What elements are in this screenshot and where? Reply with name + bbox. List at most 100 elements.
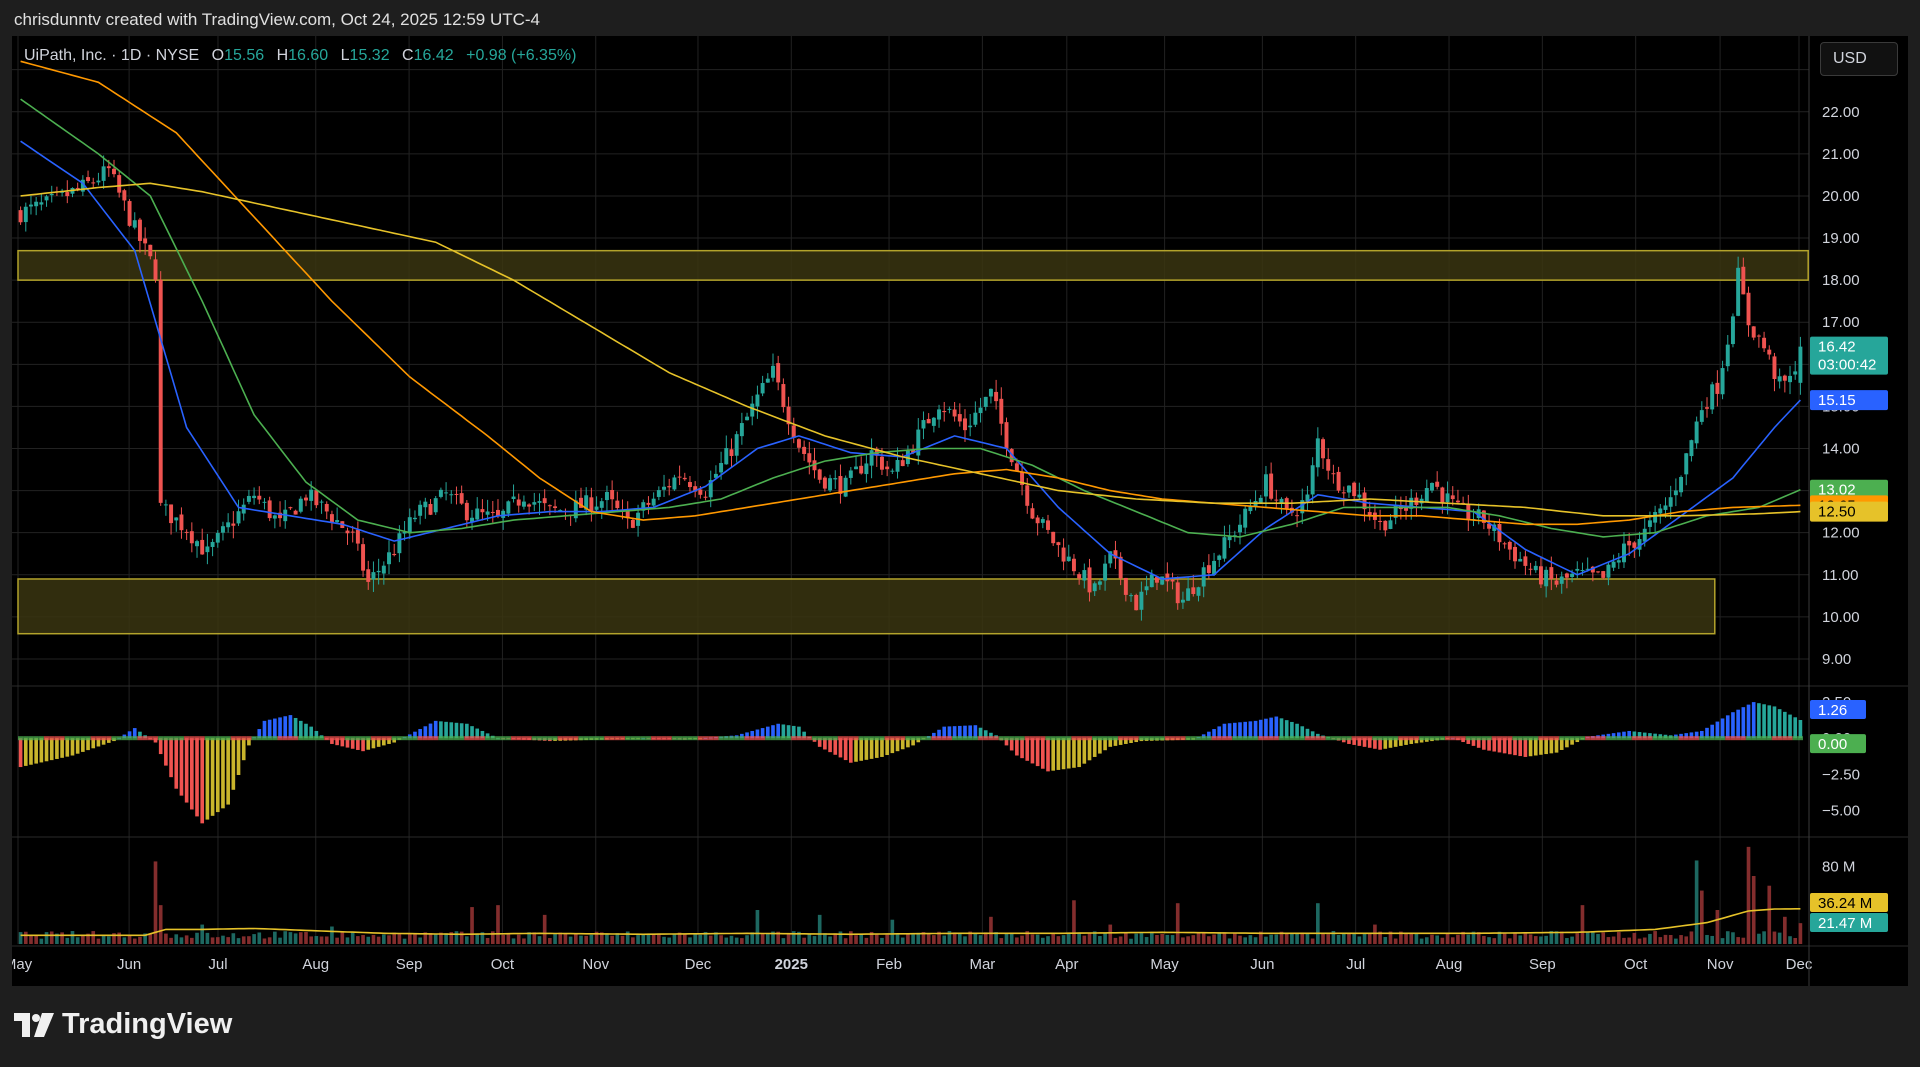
macd-signal-segment <box>1310 736 1316 741</box>
volume-bar <box>1290 933 1294 944</box>
macd-signal-segment <box>272 736 278 741</box>
macd-signal-segment <box>251 736 257 741</box>
volume-bar <box>999 938 1004 944</box>
macd-histogram-bar <box>1092 738 1097 757</box>
macd-histogram-bar <box>278 717 282 739</box>
macd-signal-segment <box>1413 736 1420 741</box>
macd-signal-segment <box>983 736 989 741</box>
volume-bar <box>70 931 75 944</box>
macd-signal-segment <box>749 736 755 741</box>
macd-histogram-bar <box>833 738 838 755</box>
candle-body <box>288 507 293 509</box>
candle-body <box>366 569 371 582</box>
candle-body <box>1367 512 1372 516</box>
macd-histogram-bar <box>459 723 464 739</box>
macd-histogram-bar <box>29 738 33 765</box>
candle-body <box>1788 375 1792 383</box>
volume-bar <box>1466 934 1471 944</box>
macd-signal-segment <box>1621 736 1627 741</box>
macd-histogram-bar <box>179 738 184 796</box>
tradingview-logo[interactable]: TradingView <box>14 1008 232 1041</box>
currency-button[interactable]: USD <box>1820 42 1898 76</box>
candle-body <box>1248 506 1253 512</box>
candle-body <box>257 495 262 500</box>
macd-signal-segment <box>1278 736 1285 741</box>
candle-body <box>963 418 967 431</box>
macd-signal-segment <box>1195 736 1202 741</box>
macd-signal-segment <box>1232 736 1238 741</box>
macd-signal-segment <box>1009 736 1015 741</box>
macd-signal-segment <box>1154 736 1160 741</box>
volume-bar <box>610 935 614 944</box>
candle-body <box>345 530 350 534</box>
support-resistance-zone <box>17 578 1716 635</box>
candle-body <box>1077 574 1082 579</box>
candle-body <box>729 449 734 457</box>
candle-body <box>1383 520 1388 531</box>
macd-signal-segment <box>905 736 911 741</box>
macd-histogram-bar <box>1798 720 1803 739</box>
candle-body <box>1710 384 1715 410</box>
candle-body <box>838 476 843 494</box>
volume-bar <box>1518 935 1523 944</box>
candle-body <box>978 407 983 414</box>
macd-signal-segment <box>427 736 434 741</box>
candle-body <box>501 510 506 518</box>
macd-signal-segment <box>479 736 486 741</box>
macd-signal-segment <box>946 736 953 741</box>
macd-signal-segment <box>287 736 294 741</box>
volume-bar <box>1357 936 1362 944</box>
candle-body <box>350 531 355 533</box>
volume-bar <box>81 935 85 944</box>
candle-body <box>1663 505 1668 510</box>
candle-body <box>1378 520 1383 522</box>
candle-body <box>475 508 480 520</box>
macd-signal-segment <box>407 736 413 741</box>
volume-bar <box>184 935 189 944</box>
macd-tick-label: −2.50 <box>1822 766 1860 783</box>
candle-body <box>1186 588 1191 601</box>
volume-bar <box>75 937 80 944</box>
volume-bar <box>1456 934 1460 944</box>
candle-body <box>1103 563 1108 581</box>
volume-bar <box>729 935 734 944</box>
volume-bar <box>319 936 324 944</box>
volume-bar <box>1347 933 1351 944</box>
volume-bar <box>236 938 241 944</box>
volume-bar <box>1212 934 1216 944</box>
candle-body <box>23 206 28 223</box>
macd-signal-segment <box>1668 736 1674 741</box>
volume-bar <box>174 934 179 944</box>
candle-body <box>1201 567 1206 587</box>
macd-histogram-bar <box>298 720 303 739</box>
candle-body <box>210 541 215 547</box>
candle-body <box>480 509 485 513</box>
macd-signal-segment <box>1450 736 1456 741</box>
macd-signal-segment <box>713 736 719 741</box>
volume-bar <box>1310 938 1315 944</box>
macd-signal-segment <box>936 736 942 741</box>
chart-area[interactable]: May Jun Jul Aug Sep Oct Nov Dec 2025 Feb Mar Apr May… <box>12 36 1908 986</box>
candle-body <box>750 403 755 417</box>
macd-signal-segment <box>1045 736 1051 741</box>
macd-signal-segment <box>303 736 309 741</box>
candle-body <box>864 463 869 475</box>
candle-body <box>1513 546 1517 562</box>
macd-signal-segment <box>1201 736 1207 741</box>
volume-bar <box>1424 937 1429 944</box>
volume-bar <box>1559 931 1564 944</box>
macd-histogram-bar <box>288 715 293 739</box>
price-chart[interactable]: May Jun Jul Aug Sep Oct Nov Dec 2025 Feb Mar Apr May… <box>12 36 1908 986</box>
macd-signal-segment <box>630 736 636 741</box>
price-tick-label: 12.00 <box>1822 525 1860 542</box>
macd-signal-segment <box>573 736 579 741</box>
candle-body <box>252 495 257 499</box>
macd-histogram-bar <box>1502 738 1507 754</box>
candle-body <box>137 219 142 241</box>
volume-bar <box>1788 936 1792 944</box>
macd-signal-segment <box>1652 736 1658 741</box>
volume-bar <box>646 933 651 944</box>
candle-body <box>215 533 220 543</box>
symbol-name[interactable]: UiPath, Inc. · 1D · NYSE <box>24 47 199 64</box>
volume-bar <box>314 936 319 944</box>
